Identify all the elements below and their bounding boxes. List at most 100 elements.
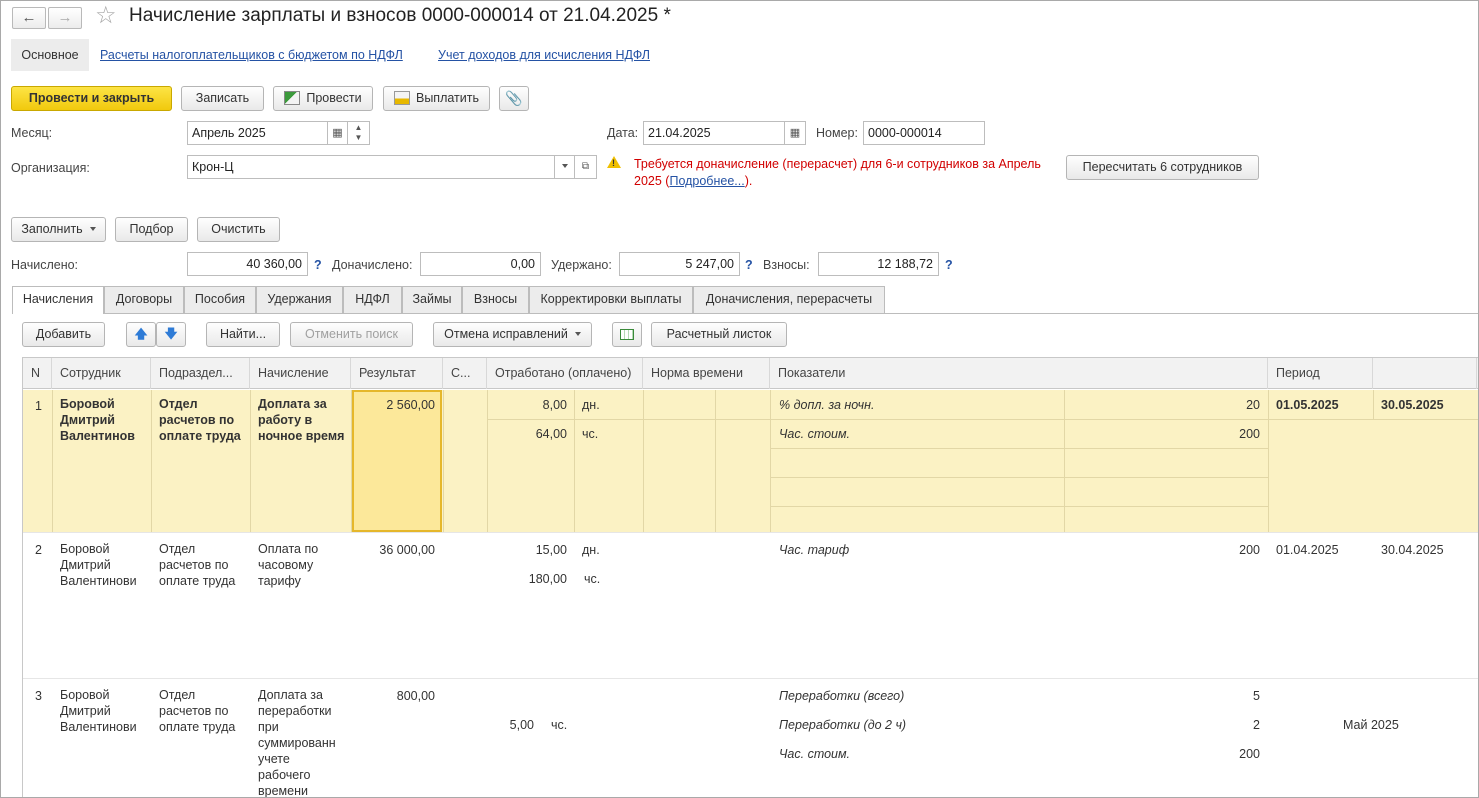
star-icon[interactable]: ☆ [95, 3, 117, 29]
month-spinner[interactable]: ▲ ▼ [348, 121, 370, 145]
section-link-ndfl-settlements[interactable]: Расчеты налогоплательщиков с бюджетом по… [100, 48, 403, 62]
tab-contributions[interactable]: Взносы [462, 286, 529, 313]
post-button[interactable]: Провести [273, 86, 373, 111]
forward-button[interactable]: → [48, 7, 82, 29]
organization-open-icon[interactable]: ⧉ [575, 155, 597, 179]
date-input[interactable]: 21.04.2025 [643, 121, 785, 145]
chevron-down-icon [574, 332, 581, 336]
number-label: Номер: [816, 126, 858, 140]
accrued-value: 40 360,00 [187, 252, 308, 276]
column-period[interactable]: Период [1268, 358, 1373, 389]
contributions-value: 12 188,72 [818, 252, 939, 276]
find-button[interactable]: Найти... [206, 322, 280, 347]
month-input[interactable]: Апрель 2025 [187, 121, 328, 145]
attach-button[interactable]: 📎 [499, 86, 529, 111]
period-to-cell: 30.04.2025 [1381, 543, 1444, 557]
column-indicators[interactable]: Показатели [770, 358, 1268, 389]
column-worked[interactable]: Отработано (оплачено) [487, 358, 643, 389]
column-n[interactable]: N [23, 358, 52, 389]
clear-button[interactable]: Очистить [197, 217, 280, 242]
tab-loans[interactable]: Займы [402, 286, 462, 313]
column-norm[interactable]: Норма времени [643, 358, 770, 389]
number-input[interactable]: 0000-000014 [863, 121, 985, 145]
accrued-help-icon[interactable]: ? [314, 258, 322, 272]
post-button-label: Провести [306, 91, 362, 105]
tab-accruals[interactable]: Начисления [12, 286, 104, 314]
organization-label: Организация: [11, 161, 90, 175]
date-calendar-icon[interactable]: ▦ [785, 121, 806, 145]
pick-button[interactable]: Подбор [115, 217, 188, 242]
arrow-right-icon: → [57, 9, 73, 26]
cancel-search-button[interactable]: Отменить поиск [290, 322, 413, 347]
tab-ndfl[interactable]: НДФЛ [343, 286, 402, 313]
result-cell[interactable]: 800,00 [353, 688, 435, 704]
date-label: Дата: [607, 126, 639, 140]
withheld-value: 5 247,00 [619, 252, 740, 276]
tab-benefits[interactable]: Пособия [184, 286, 256, 313]
arrow-down-icon: 🡇 [164, 327, 178, 341]
result-cell[interactable]: 36 000,00 [353, 542, 435, 558]
withheld-help-icon[interactable]: ? [745, 258, 753, 272]
recalculate-button[interactable]: Пересчитать 6 сотрудников [1066, 155, 1259, 180]
section-main[interactable]: Основное [11, 39, 89, 71]
days-unit: дн. [582, 398, 600, 412]
undo-corrections-label: Отмена исправлений [444, 327, 568, 341]
month-label: Месяц: [11, 126, 53, 140]
organization-dropdown-icon[interactable] [555, 155, 575, 179]
add-table-icon[interactable] [612, 322, 642, 347]
tab-recalculations[interactable]: Доначисления, перерасчеты [693, 286, 885, 313]
post-and-close-button[interactable]: Провести и закрыть [11, 86, 172, 111]
pay-icon [393, 91, 410, 105]
warning-details-link[interactable]: Подробнее... [669, 174, 744, 188]
contributions-help-icon[interactable]: ? [945, 258, 953, 272]
add-row-button[interactable]: Добавить [22, 322, 105, 347]
indicator-value: 2 [1253, 718, 1260, 732]
department-cell: Отдел расчетов по оплате труда [159, 397, 241, 443]
column-s[interactable]: С... [443, 358, 487, 389]
warning-icon: ! [607, 156, 621, 168]
undo-corrections-button[interactable]: Отмена исправлений [433, 322, 592, 347]
column-employee[interactable]: Сотрудник [52, 358, 151, 389]
employee-cell: Боровой Дмитрий Валентинов [60, 397, 135, 443]
paperclip-icon: 📎 [505, 90, 523, 106]
period-month-cell: Май 2025 [1343, 718, 1399, 732]
fill-button[interactable]: Заполнить [11, 217, 106, 242]
accrual-cell: Доплата за работу в ночное время [258, 397, 345, 443]
column-period-end[interactable] [1373, 358, 1477, 389]
tab-deductions[interactable]: Удержания [256, 286, 343, 313]
column-result[interactable]: Результат [351, 358, 443, 389]
save-button[interactable]: Записать [181, 86, 264, 111]
period-to-cell: 30.05.2025 [1381, 398, 1444, 412]
indicator-value: 5 [1253, 689, 1260, 703]
organization-input[interactable]: Крон-Ц [187, 155, 555, 179]
pay-button[interactable]: Выплатить [383, 86, 490, 111]
section-link-ndfl-income[interactable]: Учет доходов для исчисления НДФЛ [438, 48, 650, 62]
indicator-name: Час. стоим. [779, 427, 851, 441]
accrual-cell: Доплата за переработки при суммированн у… [258, 688, 336, 798]
withheld-label: Удержано: [551, 258, 612, 272]
indicator-name: Час. тариф [779, 543, 850, 557]
hours-unit: чс. [551, 718, 568, 732]
back-button[interactable]: ← [12, 7, 46, 29]
payslip-button[interactable]: Расчетный листок [651, 322, 787, 347]
post-icon [284, 91, 301, 105]
table-header: N Сотрудник Подраздел... Начисление Резу… [23, 358, 1478, 389]
column-accrual[interactable]: Начисление [250, 358, 351, 389]
move-down-button[interactable]: 🡇 [156, 322, 186, 347]
table-row[interactable]: 3 Боровой Дмитрий Валентинови Отдел расч… [23, 679, 1478, 798]
result-cell[interactable]: 2 560,00 [353, 397, 435, 413]
period-from-cell: 01.05.2025 [1276, 398, 1339, 412]
calendar-icon[interactable]: ▦ [328, 121, 348, 145]
period-from-cell: 01.04.2025 [1276, 543, 1339, 557]
tab-contracts[interactable]: Договоры [104, 286, 184, 313]
table-row[interactable]: 1 Боровой Дмитрий Валентинов Отдел расче… [23, 390, 1478, 532]
row-number: 3 [35, 689, 42, 703]
accrued-label: Начислено: [11, 258, 79, 272]
column-department[interactable]: Подраздел... [151, 358, 250, 389]
table-row[interactable]: 2 Боровой Дмитрий Валентинови Отдел расч… [23, 533, 1478, 678]
move-up-button[interactable]: 🡅 [126, 322, 156, 347]
indicator-value: 200 [1239, 427, 1260, 441]
department-cell: Отдел расчетов по оплате труда [159, 688, 236, 734]
tab-payment-corrections[interactable]: Корректировки выплаты [529, 286, 693, 313]
days-cell: 8,00 [542, 398, 567, 412]
